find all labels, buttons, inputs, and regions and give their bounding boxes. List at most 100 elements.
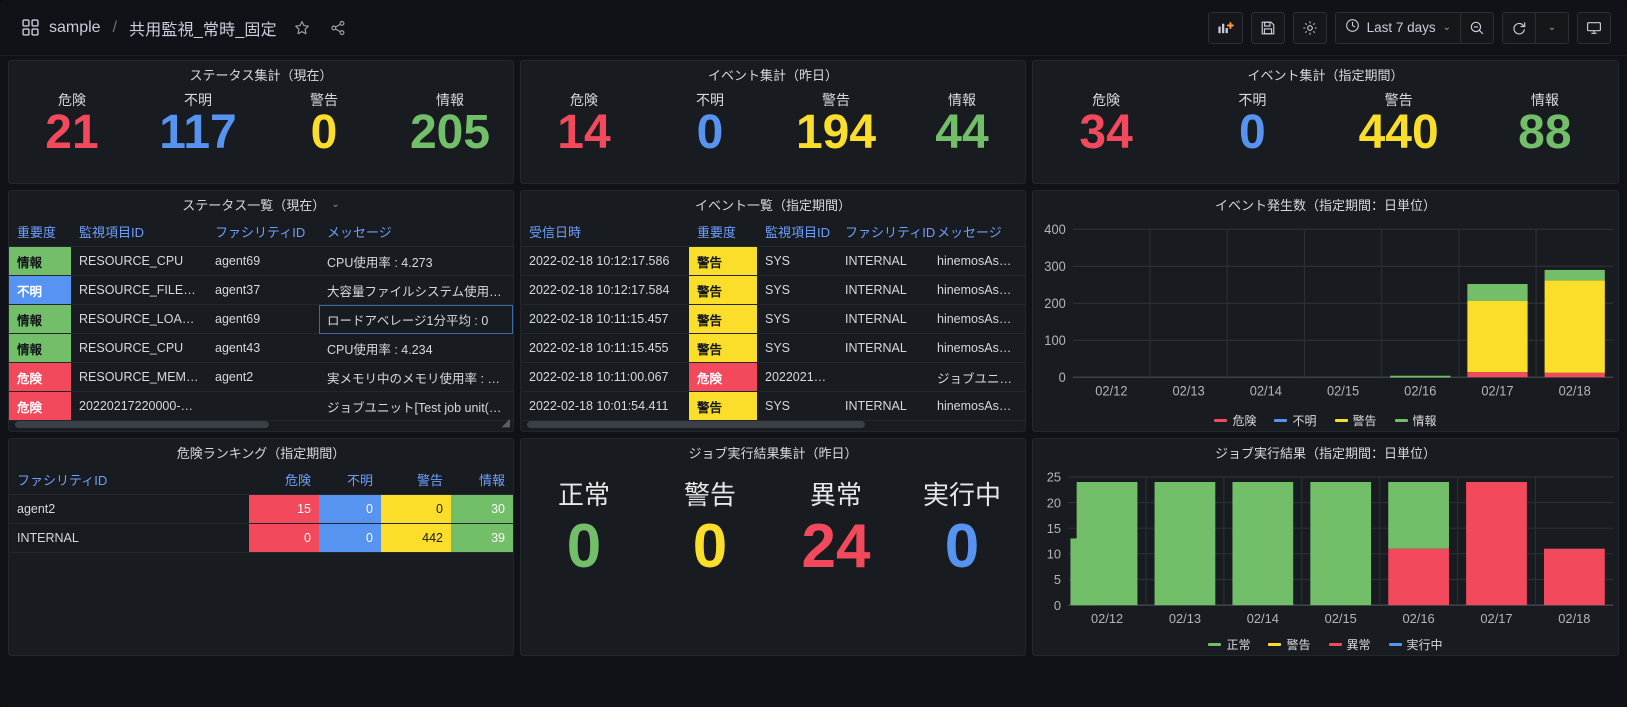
- panel-body: 危険 34 不明 0 警告 440 情報 88: [1033, 87, 1618, 183]
- job-result-chart[interactable]: 0 5 10 15 20 25 02/12 02/13 02/14 02/15 02/16 02/17…: [1033, 465, 1618, 655]
- column-header-warning[interactable]: 警告: [381, 465, 451, 495]
- table-row[interactable]: 2022-02-18 10:01:54.411 警告 SYS INTERNAL …: [521, 391, 1025, 421]
- stat-unknown[interactable]: 不明 117: [135, 87, 261, 158]
- stat-normal[interactable]: 正常 0: [521, 465, 647, 579]
- stat-unknown[interactable]: 不明 0: [647, 87, 773, 158]
- legend-item-normal[interactable]: 正常: [1208, 636, 1250, 653]
- stat-warning[interactable]: 警告 194: [773, 87, 899, 158]
- table-row[interactable]: 危険 RESOURCE_MEMO… agent2 実メモリ中のメモリ使用率 : …: [9, 362, 513, 392]
- table-row[interactable]: 情報 RESOURCE_LOAD_A… agent69 ロードアベレージ1分平均…: [9, 304, 513, 334]
- column-header-facility-id[interactable]: ファシリティID: [837, 217, 935, 247]
- legend-label: 警告: [1286, 638, 1311, 652]
- table-row[interactable]: 不明 RESOURCE_FILESY… agent37 大容量ファイルシステム使…: [9, 275, 513, 305]
- stat-group: 危険 14 不明 0 警告 194 情報 44: [521, 87, 1025, 183]
- refresh-interval-dropdown[interactable]: ⌄: [1535, 11, 1569, 44]
- panel-job-result-chart: ジョブ実行結果（指定期間：日単位） 0 5 10 15 20 25 02/12 02/13 02…: [1032, 438, 1619, 656]
- panel-body: 重要度 監視項目ID ファシリティID メッセージ 情報 RESOURCE_CP…: [9, 217, 513, 431]
- column-header-monitor-id[interactable]: 監視項目ID: [757, 217, 837, 247]
- legend-item-warning[interactable]: 警告: [1268, 636, 1311, 653]
- table-row[interactable]: 情報 RESOURCE_CPU agent43 CPU使用率 : 4.234: [9, 333, 513, 363]
- legend-item-info[interactable]: 情報: [1394, 412, 1437, 429]
- stat-info[interactable]: 情報 88: [1472, 87, 1618, 158]
- time-range-picker[interactable]: Last 7 days ⌄: [1334, 11, 1461, 44]
- legend-item-running[interactable]: 実行中: [1388, 636, 1443, 653]
- share-icon[interactable]: [327, 17, 349, 39]
- panel-resize-handle[interactable]: ◢: [498, 417, 510, 429]
- column-header-severity[interactable]: 重要度: [689, 217, 757, 247]
- table-row[interactable]: INTERNAL 0 0 442 39: [9, 523, 513, 553]
- stat-warning[interactable]: 警告 0: [647, 465, 773, 579]
- table-row[interactable]: 2022-02-18 10:11:00.067 危険 202202181… ジョ…: [521, 362, 1025, 392]
- dashboard-title[interactable]: 共用監視_常時_固定: [129, 16, 277, 40]
- dashboard-settings-gear-icon[interactable]: [1292, 11, 1327, 44]
- table-row[interactable]: 2022-02-18 10:11:15.455 警告 SYS INTERNAL …: [521, 333, 1025, 363]
- column-header-facility-id[interactable]: ファシリティID: [9, 465, 249, 495]
- column-header-message[interactable]: メッセージ: [929, 217, 1025, 247]
- add-panel-icon[interactable]: [1207, 11, 1243, 44]
- table-row[interactable]: agent2 15 0 0 30: [9, 494, 513, 524]
- table-row[interactable]: 2022-02-18 10:12:17.586 警告 SYS INTERNAL …: [521, 246, 1025, 276]
- stat-critical[interactable]: 危険 14: [521, 87, 647, 158]
- stat-abnormal[interactable]: 異常 24: [773, 465, 899, 579]
- event-list-table-wrap[interactable]: 受信日時 重要度 監視項目ID ファシリティID メッセージ 2022-02-1…: [521, 217, 1025, 431]
- cell-message: ジョブユニット: [929, 362, 1025, 392]
- time-range-control: Last 7 days ⌄: [1334, 11, 1494, 44]
- tv-kiosk-icon[interactable]: [1577, 11, 1611, 44]
- dashboards-grid-icon[interactable]: [22, 19, 39, 36]
- status-list-table-wrap[interactable]: 重要度 監視項目ID ファシリティID メッセージ 情報 RESOURCE_CP…: [9, 217, 513, 431]
- cell-message: hinemosAssign: [929, 246, 1025, 276]
- cell-message: 実メモリ中のメモリ使用率 : 96.347: [319, 362, 513, 392]
- star-icon[interactable]: [291, 17, 313, 39]
- panel-body: 正常 0 警告 0 異常 24 実行中 0: [521, 465, 1025, 655]
- table-row[interactable]: 2022-02-18 10:11:15.457 警告 SYS INTERNAL …: [521, 304, 1025, 334]
- panel-body: 受信日時 重要度 監視項目ID ファシリティID メッセージ 2022-02-1…: [521, 217, 1025, 431]
- column-header-info[interactable]: 情報: [451, 465, 513, 495]
- column-header-message[interactable]: メッセージ: [319, 217, 513, 247]
- column-header-unknown[interactable]: 不明: [319, 465, 381, 495]
- event-count-chart[interactable]: 0 100 200 300 400 02/12 02/13 02/14 02/15 02/16 02…: [1033, 217, 1618, 431]
- column-header-critical[interactable]: 危険: [249, 465, 319, 495]
- cell-monitor-id: RESOURCE_LOAD_A…: [71, 304, 207, 334]
- chevron-down-icon: ⌄: [1547, 22, 1557, 33]
- table-row[interactable]: 危険 20220217220000-0… ジョブユニット[Test job un…: [9, 391, 513, 421]
- breadcrumb-org[interactable]: sample: [49, 19, 101, 37]
- stat-warning[interactable]: 警告 0: [261, 87, 387, 158]
- stat-running[interactable]: 実行中 0: [899, 465, 1025, 579]
- legend-item-unknown[interactable]: 不明: [1274, 412, 1317, 429]
- stat-unknown[interactable]: 不明 0: [1179, 87, 1325, 158]
- column-header-received[interactable]: 受信日時: [521, 217, 689, 247]
- column-header-facility-id[interactable]: ファシリティID: [207, 217, 319, 247]
- stat-value: 44: [935, 106, 989, 159]
- stat-warning[interactable]: 警告 440: [1326, 87, 1472, 158]
- stat-value: 0: [310, 106, 338, 159]
- panel-status-summary: ステータス集計（現在） 危険 21 不明 117 警告 0 情報 205: [8, 60, 514, 184]
- column-header-severity[interactable]: 重要度: [9, 217, 71, 247]
- save-dashboard-icon[interactable]: [1250, 11, 1285, 44]
- stat-critical[interactable]: 危険 34: [1033, 87, 1179, 158]
- horizontal-scrollbar[interactable]: [527, 421, 997, 428]
- panel-body: 危険 14 不明 0 警告 194 情報 44: [521, 87, 1025, 183]
- horizontal-scrollbar[interactable]: [15, 421, 485, 428]
- legend-item-critical[interactable]: 危険: [1214, 412, 1256, 429]
- refresh-icon[interactable]: [1502, 11, 1536, 44]
- table-row[interactable]: 2022-02-18 10:12:17.584 警告 SYS INTERNAL …: [521, 275, 1025, 305]
- panel-title: ジョブ実行結果集計（昨日）: [688, 445, 858, 461]
- cell-facility-id: INTERNAL: [9, 523, 249, 553]
- cell-message: CPU使用率 : 4.273: [319, 246, 513, 276]
- legend-item-abnormal[interactable]: 異常: [1328, 636, 1371, 653]
- table-row[interactable]: 情報 RESOURCE_CPU agent69 CPU使用率 : 4.273: [9, 246, 513, 276]
- zoom-out-icon[interactable]: [1460, 11, 1494, 44]
- stat-value: 117: [159, 106, 237, 159]
- chevron-down-icon[interactable]: ⌄: [331, 199, 339, 210]
- stat-info[interactable]: 情報 205: [387, 87, 513, 158]
- column-header-monitor-id[interactable]: 監視項目ID: [71, 217, 207, 247]
- cell-received: 2022-02-18 10:11:15.455: [521, 333, 689, 363]
- chart-legend: 危険 不明 警告 情報: [1033, 412, 1618, 429]
- legend-item-warning[interactable]: 警告: [1334, 412, 1377, 429]
- svg-text:02/15: 02/15: [1325, 611, 1357, 626]
- stat-info[interactable]: 情報 44: [899, 87, 1025, 158]
- panel-event-count-chart: イベント発生数（指定期間：日単位） 0 100 200 300 400 02/12 02/1…: [1032, 190, 1619, 432]
- cell-unknown: 0: [319, 523, 381, 553]
- stat-critical[interactable]: 危険 21: [9, 87, 135, 158]
- cell-message[interactable]: ロードアベレージ1分平均 : 0: [319, 304, 513, 334]
